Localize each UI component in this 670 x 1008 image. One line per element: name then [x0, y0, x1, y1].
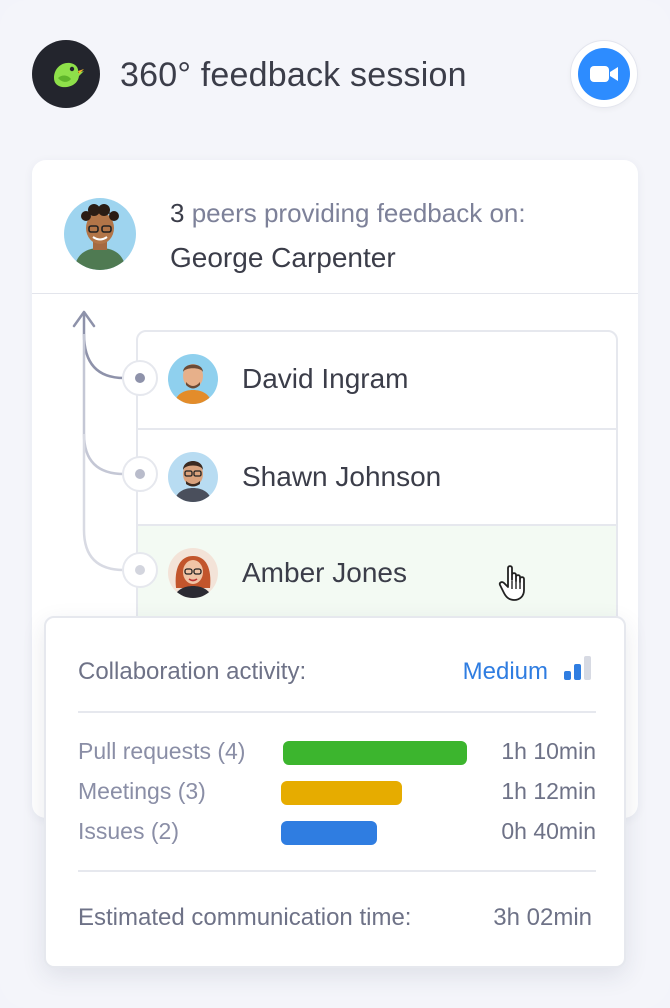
- divider: [78, 711, 596, 713]
- collaboration-label: Collaboration activity:: [78, 658, 307, 685]
- feedback-session-panel: 360° feedback session 3 peers providing …: [0, 0, 670, 1008]
- metric-row: Meetings (3) 1h 12min: [78, 778, 596, 808]
- peers-summary: 3 peers providing feedback on:: [170, 198, 526, 229]
- peer-name: Amber Jones: [242, 557, 407, 588]
- estimate-label: Estimated communication time:: [78, 904, 412, 931]
- peer-name: Shawn Johnson: [242, 461, 442, 492]
- subject-header: 3 peers providing feedback on: George Ca…: [32, 160, 638, 294]
- estimate-value: 3h 02min: [493, 904, 592, 931]
- avatar: [168, 548, 218, 598]
- peer-count: 3: [170, 198, 185, 228]
- metric-time: 1h 10min: [501, 738, 596, 764]
- collaboration-popup: Collaboration activity: Medium Pull requ…: [44, 616, 626, 968]
- peer-node: [122, 360, 158, 396]
- avatar: [64, 198, 136, 270]
- subject-name: George Carpenter: [170, 242, 396, 273]
- video-call-button[interactable]: [570, 40, 638, 108]
- signal-strength-icon: [564, 656, 592, 680]
- metric-label: Meetings (3): [78, 778, 206, 804]
- metric-bar: [283, 741, 467, 765]
- peer-list: David Ingram Shawn Johnson Amber Jones: [136, 330, 618, 630]
- list-item[interactable]: Shawn Johnson: [138, 428, 616, 524]
- hand-cursor-icon: [498, 564, 532, 609]
- bird-icon: [32, 40, 100, 108]
- peer-node: [122, 456, 158, 492]
- video-camera-icon: [578, 48, 630, 100]
- page-title: 360° feedback session: [120, 56, 467, 94]
- signal-bar: [574, 664, 581, 680]
- avatar: [168, 354, 218, 404]
- metric-bar: [281, 781, 402, 805]
- peer-node: [122, 552, 158, 588]
- list-item[interactable]: Amber Jones: [138, 524, 616, 620]
- metric-bar: [281, 821, 377, 845]
- avatar: [168, 452, 218, 502]
- signal-bar: [564, 671, 571, 680]
- metric-time: 0h 40min: [501, 818, 596, 844]
- collaboration-level: Medium: [462, 658, 548, 685]
- peer-name: David Ingram: [242, 363, 409, 394]
- peers-description: peers providing feedback on:: [191, 198, 526, 228]
- metric-time: 1h 12min: [501, 778, 596, 804]
- peer-connector-lines: [72, 310, 136, 572]
- metric-row: Issues (2) 0h 40min: [78, 818, 596, 848]
- signal-bar: [584, 656, 591, 680]
- list-item[interactable]: David Ingram: [138, 332, 616, 428]
- metric-label: Issues (2): [78, 818, 179, 844]
- header: 360° feedback session: [32, 40, 638, 108]
- metric-label: Pull requests (4): [78, 738, 246, 764]
- metric-row: Pull requests (4) 1h 10min: [78, 738, 596, 768]
- divider: [78, 870, 596, 872]
